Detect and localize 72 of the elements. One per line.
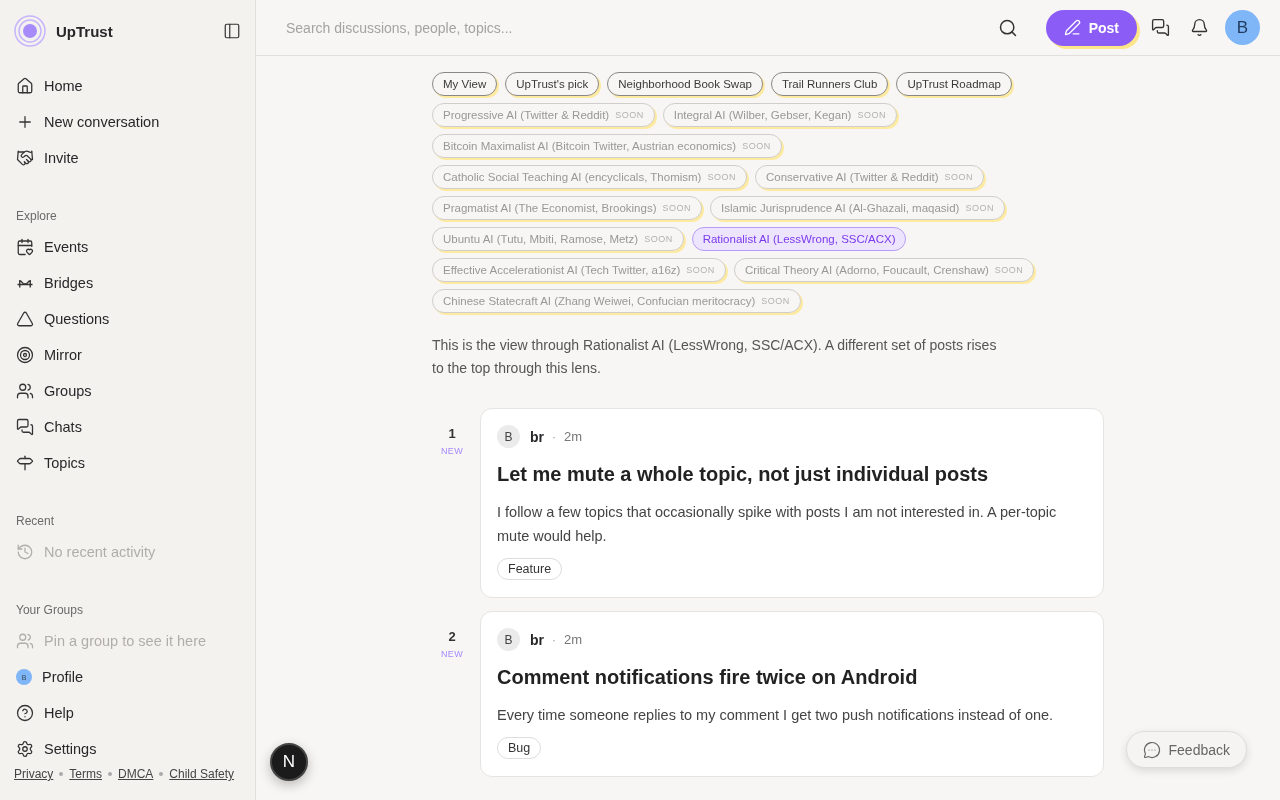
search-field[interactable]: Search discussions, people, topics... [284,18,998,37]
empty-state-text: No recent activity [14,534,241,570]
nav-item[interactable]: Events [14,229,241,265]
nav-item[interactable]: Groups [14,373,241,409]
rank-number: 2 [448,629,456,644]
target-icon [16,346,34,364]
separator: · [552,429,556,444]
post-time: 2m [564,632,583,647]
post-body: Every time someone replies to my comment I get two push notifications instead of one. [497,706,1055,725]
nav-item[interactable]: Questions [14,301,241,337]
post-card[interactable]: B br · 2m Comment notifications fire twice on Android Every time someone replies to my comment I get two push notifications instead of one. Bug [480,611,1104,777]
author-avatar: B [497,628,520,651]
home-icon [16,77,34,95]
nav-item[interactable]: Settings [14,731,241,767]
nav-item[interactable]: Help [14,695,241,731]
settings-icon [16,740,34,758]
people-icon [16,382,34,400]
author-avatar: B [497,425,520,448]
calendar-icon [16,238,34,256]
lens-description: This is the view through Rationalist AI (LessWrong, SSC/ACX). A different set of posts rises to the top through this lens. [432,336,998,378]
post-time: 2m [564,429,583,444]
history-icon [16,543,34,561]
logo-icon [14,15,46,47]
nav-item[interactable]: Bridges [14,265,241,301]
new-label: NEW [441,649,463,659]
author-name[interactable]: br [530,631,544,648]
nav-item[interactable]: Home [14,68,241,104]
pencil-icon [1063,19,1081,36]
dev-badge[interactable]: N [270,743,308,781]
search-icon[interactable] [997,17,1018,38]
section-title: Recent [16,514,56,528]
nav-item[interactable]: Invite [14,140,241,176]
post-button[interactable]: Post [1045,9,1137,46]
section-title: Explore [16,209,58,223]
lens-chip[interactable]: My View [432,72,498,96]
footer-link[interactable]: Child Safety [169,767,235,781]
lens-chip[interactable]: Neighborhood Book Swap [607,72,763,96]
nav-item[interactable]: Topics [14,445,241,481]
section-title: Your Groups [16,603,84,617]
nav-item[interactable]: New conversation [14,104,241,140]
footer-link[interactable]: Terms [69,767,102,781]
lens-chip[interactable]: Rationalist AI (LessWrong, SSC/ACX) [691,227,907,251]
post-title[interactable]: Comment notifications fire twice on Android [497,666,1087,689]
footer-link[interactable]: DMCA [118,767,154,781]
signpost-icon [16,454,34,472]
speech-bubble-icon [1142,740,1161,759]
handshake-icon [16,149,34,167]
rank-number: 1 [448,426,456,441]
app-name: UpTrust [56,22,114,40]
separator: · [552,632,556,647]
bell-icon[interactable] [1190,18,1209,37]
post-card[interactable]: B br · 2m Let me mute a whole topic, not just individual posts I follow a few topics that occasionally spike with posts I am not interested in. A per-topic mute would help. Feature [480,408,1104,598]
nav-item[interactable]: Chats [14,409,241,445]
post-title[interactable]: Let me mute a whole topic, not just individual posts [497,463,1087,486]
triangle-icon [16,310,34,328]
lens-chip[interactable]: Trail Runners Club [770,72,889,96]
lens-chip[interactable]: UpTrust's pick [505,72,600,96]
empty-state-text: Pin a group to see it here [14,623,241,659]
help-icon [16,704,34,722]
post-body: I follow a few topics that occasionally spike with posts I am not interested in. A per-topic mute would help. [497,503,1058,546]
user-avatar[interactable]: B [1225,10,1260,45]
people-icon [16,632,34,650]
messages-icon[interactable] [1151,18,1170,37]
sidebar-toggle-icon[interactable] [223,22,241,40]
footer-link[interactable]: Privacy [14,767,54,781]
nav-item[interactable]: Mirror [14,337,241,373]
author-name[interactable]: br [530,428,544,445]
lens-chip[interactable]: UpTrust Roadmap [896,72,1012,96]
chat-icon [16,418,34,436]
plus-icon [16,113,34,131]
feedback-button[interactable]: Feedback [1125,731,1247,768]
new-label: NEW [441,446,463,456]
